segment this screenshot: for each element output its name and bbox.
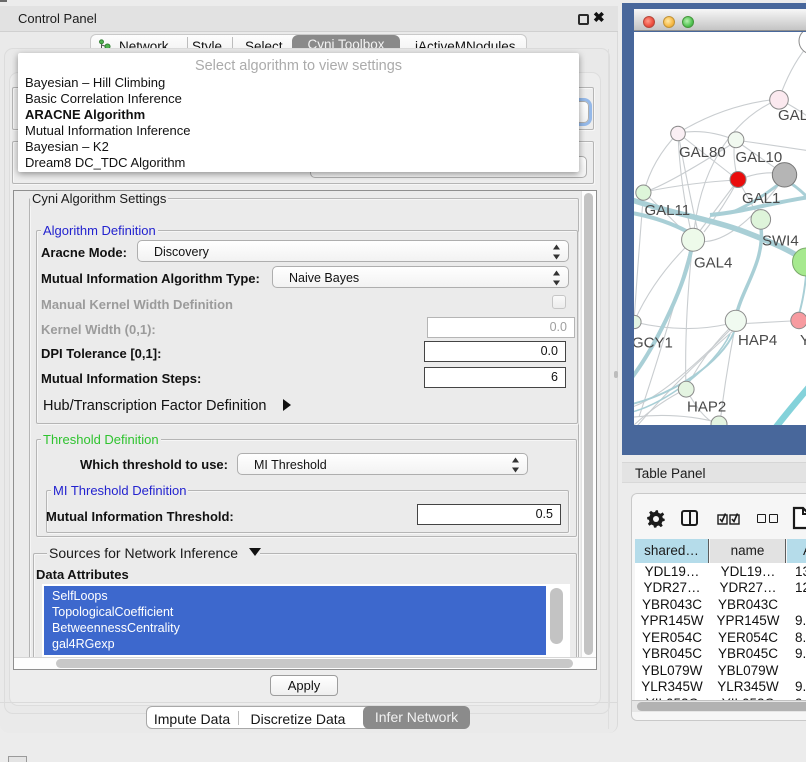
svg-text:GAL80: GAL80: [679, 144, 726, 161]
svg-text:GCY1: GCY1: [634, 335, 673, 352]
svg-text:GAL11: GAL11: [645, 202, 691, 219]
svg-text:SWI4: SWI4: [762, 233, 799, 250]
svg-text:GAL1: GAL1: [742, 190, 780, 207]
svg-text:GAL: GAL: [778, 107, 806, 124]
svg-text:Y: Y: [800, 332, 806, 349]
svg-text:GAL4: GAL4: [694, 255, 732, 272]
svg-text:HAP4: HAP4: [738, 332, 777, 349]
svg-text:HAP2: HAP2: [687, 399, 726, 416]
svg-text:GAL10: GAL10: [736, 149, 783, 166]
